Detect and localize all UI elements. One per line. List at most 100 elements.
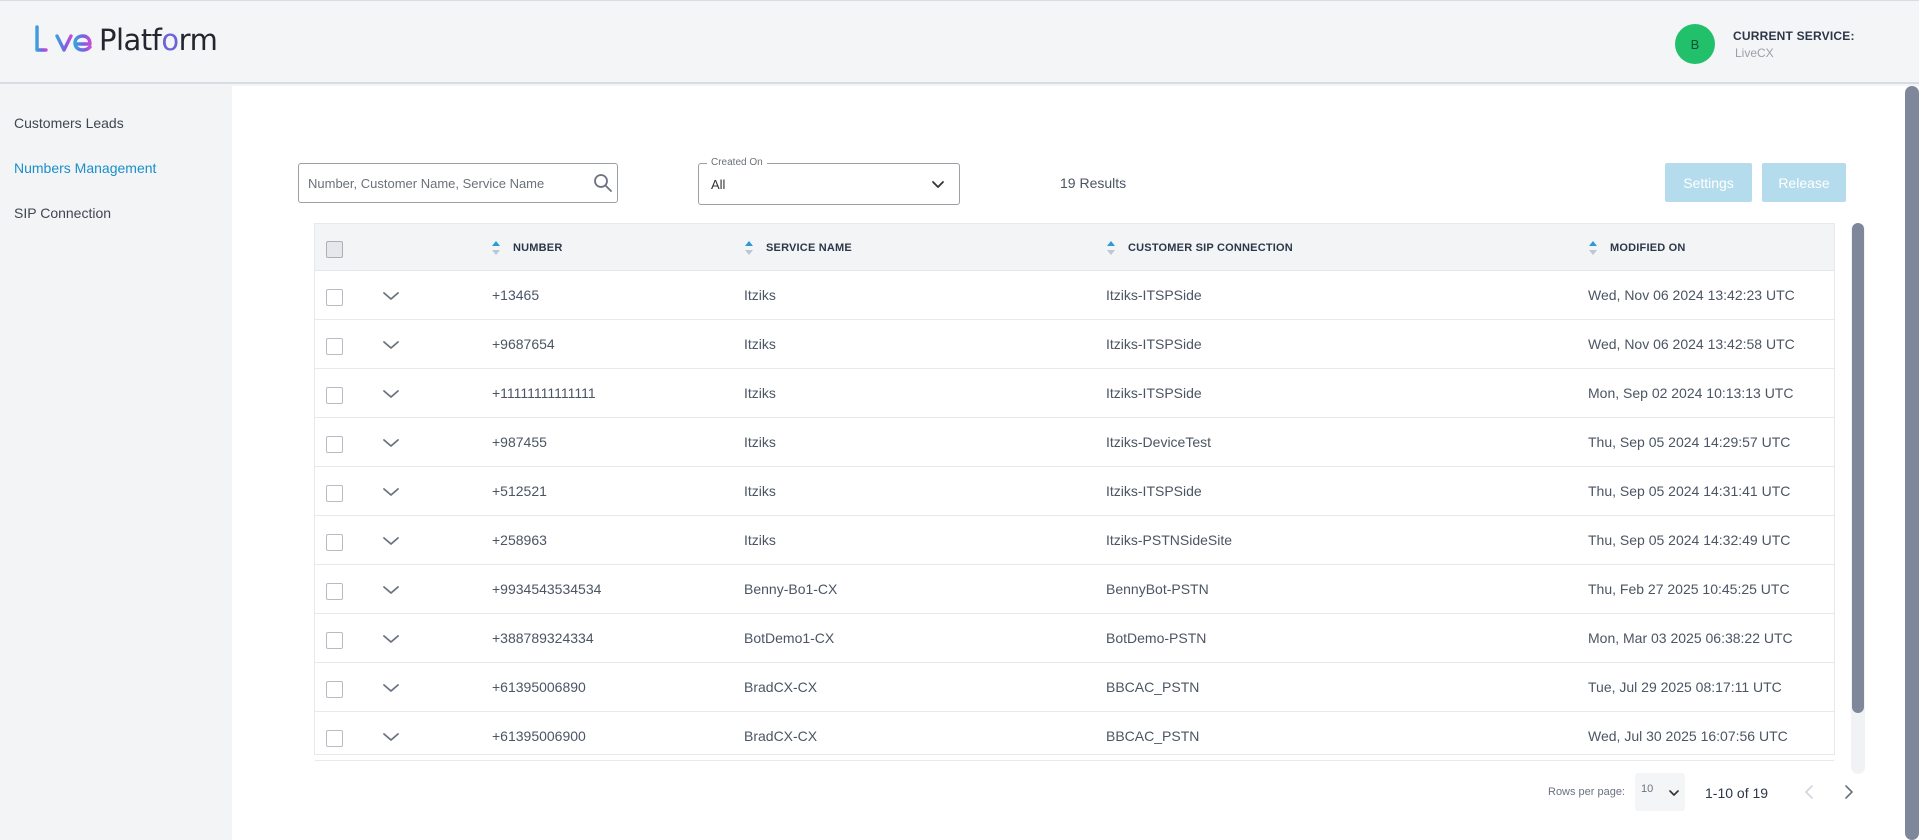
cell-modified-on: Thu, Sep 05 2024 14:32:49 UTC xyxy=(1588,532,1791,548)
cell-sip-connection: Itziks-DeviceTest xyxy=(1106,434,1212,450)
chevron-down-icon[interactable] xyxy=(382,633,400,645)
top-bar: Platform B CURRENT SERVICE: LiveCX xyxy=(0,0,1919,84)
liveplatform-logo[interactable]: Platform xyxy=(34,21,218,59)
chevron-down-icon[interactable] xyxy=(382,535,400,547)
settings-button[interactable]: Settings xyxy=(1665,163,1752,202)
column-header-number[interactable]: NUMBER xyxy=(513,242,562,254)
table-row[interactable]: +512521 Itziks Itziks-ITSPSide Thu, Sep … xyxy=(315,467,1834,516)
cell-number: +11111111111111 xyxy=(492,385,596,401)
cell-service-name: Itziks xyxy=(744,532,776,548)
cell-modified-on: Thu, Sep 05 2024 14:29:57 UTC xyxy=(1588,434,1791,450)
sort-icon[interactable] xyxy=(744,240,754,256)
cell-sip-connection: Itziks-ITSPSide xyxy=(1106,385,1202,401)
row-checkbox[interactable] xyxy=(326,681,343,698)
column-header-modified-on[interactable]: MODIFIED ON xyxy=(1610,242,1686,254)
table-row[interactable]: +987455 Itziks Itziks-DeviceTest Thu, Se… xyxy=(315,418,1834,467)
chevron-left-icon[interactable] xyxy=(1803,784,1817,800)
sort-icon[interactable] xyxy=(1588,240,1598,256)
pagination-range: 1-10 of 19 xyxy=(1705,785,1769,801)
sort-icon[interactable] xyxy=(491,240,501,256)
table-row[interactable]: +61395006900 BradCX-CX BBCAC_PSTN Wed, J… xyxy=(315,712,1834,761)
cell-sip-connection: Itziks-ITSPSide xyxy=(1106,287,1202,303)
row-checkbox[interactable] xyxy=(326,534,343,551)
row-checkbox[interactable] xyxy=(326,730,343,747)
cell-sip-connection: Itziks-PSTNSideSite xyxy=(1106,532,1233,548)
cell-number: +9934543534534 xyxy=(492,581,602,597)
search-icon[interactable] xyxy=(593,173,613,193)
rows-per-page-select[interactable]: 10 xyxy=(1635,773,1685,811)
cell-service-name: Itziks xyxy=(744,434,776,450)
current-service-label: CURRENT SERVICE: xyxy=(1733,29,1855,43)
row-checkbox[interactable] xyxy=(326,289,343,306)
page-scrollbar-thumb[interactable] xyxy=(1905,86,1919,840)
cell-sip-connection: BBCAC_PSTN xyxy=(1106,728,1200,744)
cell-service-name: Itziks xyxy=(744,287,776,303)
column-header-customer-sip-connection[interactable]: CUSTOMER SIP CONNECTION xyxy=(1128,242,1293,254)
row-checkbox[interactable] xyxy=(326,583,343,600)
table-row[interactable]: +13465 Itziks Itziks-ITSPSide Wed, Nov 0… xyxy=(315,271,1834,320)
table-row[interactable]: +9687654 Itziks Itziks-ITSPSide Wed, Nov… xyxy=(315,320,1834,369)
cell-service-name: Benny-Bo1-CX xyxy=(744,581,838,597)
chevron-down-icon[interactable] xyxy=(382,731,400,743)
created-on-label: Created On xyxy=(707,157,767,168)
cell-modified-on: Thu, Feb 27 2025 10:45:25 UTC xyxy=(1588,581,1790,597)
sidebar-item-numbers-management[interactable]: Numbers Management xyxy=(14,160,156,176)
chevron-down-icon xyxy=(932,181,944,188)
cell-sip-connection: Itziks-ITSPSide xyxy=(1106,483,1202,499)
cell-service-name: BradCX-CX xyxy=(744,679,818,695)
results-count: 19 Results xyxy=(1060,175,1127,191)
sort-icon[interactable] xyxy=(1106,240,1116,256)
cell-service-name: Itziks xyxy=(744,385,776,401)
cell-number: +9687654 xyxy=(492,336,555,352)
chevron-down-icon[interactable] xyxy=(382,486,400,498)
table-row[interactable]: +388789324334 BotDemo1-CX BotDemo-PSTN M… xyxy=(315,614,1834,663)
rows-per-page-label: Rows per page: xyxy=(1548,786,1626,798)
cell-number: +512521 xyxy=(492,483,547,499)
created-on-select[interactable]: Created On All xyxy=(698,157,960,205)
table-header: NUMBER SERVICE NAME CUSTOMER SIP CONNECT… xyxy=(315,224,1834,271)
chevron-down-icon[interactable] xyxy=(382,290,400,302)
sidebar-item-customers-leads[interactable]: Customers Leads xyxy=(14,115,124,131)
cell-service-name: BotDemo1-CX xyxy=(744,630,835,646)
cell-service-name: Itziks xyxy=(744,483,776,499)
select-all-checkbox[interactable] xyxy=(326,241,343,258)
chevron-right-icon[interactable] xyxy=(1841,784,1855,800)
chevron-down-icon[interactable] xyxy=(382,437,400,449)
current-service-value: LiveCX xyxy=(1735,46,1774,60)
row-checkbox[interactable] xyxy=(326,436,343,453)
cell-modified-on: Wed, Jul 30 2025 16:07:56 UTC xyxy=(1588,728,1788,744)
row-checkbox[interactable] xyxy=(326,387,343,404)
chevron-down-icon[interactable] xyxy=(382,682,400,694)
cell-sip-connection: Itziks-ITSPSide xyxy=(1106,336,1202,352)
logo-wordmark: Platform xyxy=(99,23,218,57)
chevron-down-icon[interactable] xyxy=(382,584,400,596)
table-scrollbar-thumb[interactable] xyxy=(1852,223,1864,713)
table-row[interactable]: +9934543534534 Benny-Bo1-CX BennyBot-PST… xyxy=(315,565,1834,614)
row-checkbox[interactable] xyxy=(326,485,343,502)
cell-sip-connection: BennyBot-PSTN xyxy=(1106,581,1209,597)
cell-sip-connection: BotDemo-PSTN xyxy=(1106,630,1207,646)
sidebar-item-sip-connection[interactable]: SIP Connection xyxy=(14,205,111,221)
cell-modified-on: Wed, Nov 06 2024 13:42:58 UTC xyxy=(1588,336,1795,352)
table-row[interactable]: +258963 Itziks Itziks-PSTNSideSite Thu, … xyxy=(315,516,1834,565)
created-on-value: All xyxy=(711,177,726,192)
row-checkbox[interactable] xyxy=(326,632,343,649)
search-input[interactable] xyxy=(308,164,578,202)
cell-number: +258963 xyxy=(492,532,547,548)
user-avatar[interactable]: B xyxy=(1675,24,1715,64)
column-header-service-name[interactable]: SERVICE NAME xyxy=(766,242,852,254)
cell-sip-connection: BBCAC_PSTN xyxy=(1106,679,1200,695)
chevron-down-icon[interactable] xyxy=(382,388,400,400)
search-field[interactable] xyxy=(298,163,618,203)
chevron-down-icon[interactable] xyxy=(382,339,400,351)
table-row[interactable]: +11111111111111 Itziks Itziks-ITSPSide M… xyxy=(315,369,1834,418)
cell-modified-on: Mon, Mar 03 2025 06:38:22 UTC xyxy=(1588,630,1793,646)
cell-number: +388789324334 xyxy=(492,630,594,646)
cell-number: +61395006890 xyxy=(492,679,586,695)
release-button[interactable]: Release xyxy=(1762,163,1846,202)
numbers-table: NUMBER SERVICE NAME CUSTOMER SIP CONNECT… xyxy=(314,223,1835,761)
chevron-down-icon xyxy=(1669,790,1679,796)
cell-modified-on: Wed, Nov 06 2024 13:42:23 UTC xyxy=(1588,287,1795,303)
row-checkbox[interactable] xyxy=(326,338,343,355)
table-row[interactable]: +61395006890 BradCX-CX BBCAC_PSTN Tue, J… xyxy=(315,663,1834,712)
